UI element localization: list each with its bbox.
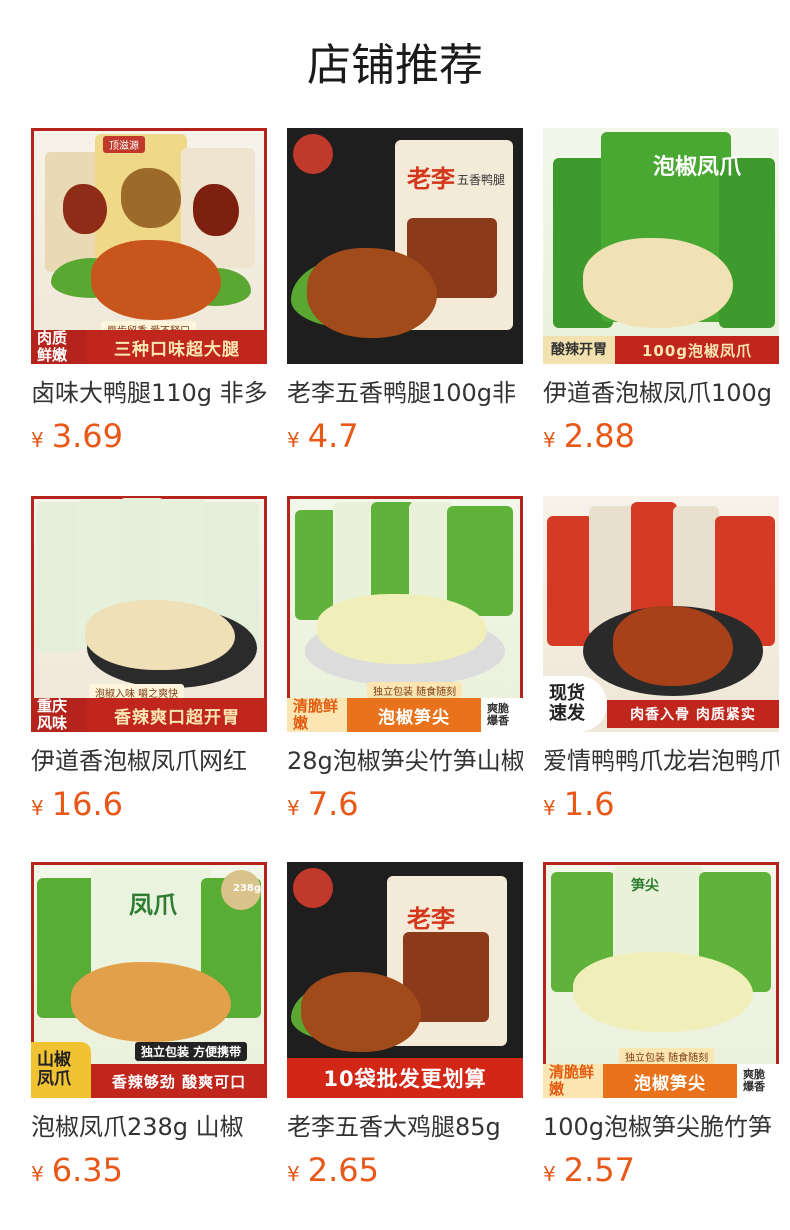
- promo-tag-right: 三种口味超大腿: [87, 330, 267, 364]
- product-name[interactable]: 老李五香鸭腿100g非: [287, 376, 523, 410]
- price-value: 3.69: [51, 417, 123, 455]
- product-price: ¥2.88: [543, 416, 779, 456]
- product-name[interactable]: 28g泡椒笋尖竹笋山椒: [287, 744, 523, 778]
- product-price: ¥16.6: [31, 784, 267, 824]
- promo-tag-left: 现货速发: [543, 676, 607, 732]
- currency-symbol: ¥: [543, 796, 556, 820]
- promo-tag-extra: 爽脆爆香: [481, 698, 523, 732]
- product-name[interactable]: 伊道香泡椒凤爪100g: [543, 376, 779, 410]
- product-price: ¥6.35: [31, 1150, 267, 1190]
- promo-banner: 山椒凤爪 香辣够劲 酸爽可口: [31, 1042, 267, 1098]
- promo-tag-left: 山椒凤爪: [31, 1042, 91, 1098]
- promo-note: 独立包装 随食随刻: [619, 1048, 715, 1065]
- price-value: 16.6: [51, 785, 123, 823]
- product-price: ¥4.7: [287, 416, 523, 456]
- currency-symbol: ¥: [543, 428, 556, 452]
- promo-tag-left: 清脆鲜嫩: [287, 698, 347, 732]
- price-value: 6.35: [51, 1151, 123, 1189]
- currency-symbol: ¥: [287, 796, 300, 820]
- currency-symbol: ¥: [31, 428, 44, 452]
- promo-note: 独立包装 方便携带: [135, 1042, 248, 1061]
- promo-tag-right: 10袋批发更划算: [287, 1058, 523, 1098]
- product-name[interactable]: 卤味大鸭腿110g 非多: [31, 376, 267, 410]
- price-value: 2.57: [563, 1151, 635, 1189]
- promo-note: 独立包装 随食随刻: [367, 682, 463, 699]
- currency-symbol: ¥: [287, 428, 300, 452]
- product-image[interactable]: 老李 五香鸭腿: [287, 128, 523, 364]
- currency-symbol: ¥: [287, 1162, 300, 1186]
- promo-tag-right: 100g泡椒凤爪: [615, 336, 779, 364]
- promo-tag-right: 肉香入骨 肉质紧实: [607, 700, 779, 728]
- product-image[interactable]: 老李 10袋批发更划算: [287, 862, 523, 1098]
- promo-banner: 10袋批发更划算: [287, 1058, 523, 1098]
- product-card[interactable]: 独立包装 随食随刻 清脆鲜嫩 泡椒笋尖 爽脆爆香 28g泡椒笋尖竹笋山椒 ¥7.…: [287, 496, 523, 824]
- price-value: 1.6: [563, 785, 615, 823]
- product-card[interactable]: 老李 五香鸭腿 老李五香鸭腿100g非 ¥4.7: [287, 128, 523, 456]
- product-card[interactable]: 凤爪 238g 独立包装 方便携带 山椒凤爪 香辣够劲 酸爽可口 泡椒凤爪238…: [31, 862, 267, 1190]
- promo-tag-left: 清脆鲜嫩: [543, 1064, 603, 1098]
- price-value: 2.65: [307, 1151, 379, 1189]
- pack-text: 笋尖: [631, 878, 659, 894]
- promo-tag-left: 酸辣开胃: [543, 336, 615, 364]
- product-price: ¥2.65: [287, 1150, 523, 1190]
- promo-banner: 肉质鲜嫩 三种口味超大腿: [31, 330, 267, 364]
- product-image[interactable]: 顶滋源 唇齿留香 爱不释口 肉质鲜嫩 三种口味超大腿: [31, 128, 267, 364]
- product-card[interactable]: 笋尖 独立包装 随食随刻 清脆鲜嫩 泡椒笋尖 爽脆爆香 100g泡椒笋尖脆竹笋 …: [543, 862, 779, 1190]
- product-price: ¥1.6: [543, 784, 779, 824]
- page-title: 店铺推荐: [307, 40, 483, 91]
- pack-text: 凤爪: [129, 891, 177, 919]
- product-image[interactable]: 泡椒凤爪 酸辣开胃 100g泡椒凤爪: [543, 128, 779, 364]
- product-image[interactable]: 凤爪 238g 独立包装 方便携带 山椒凤爪 香辣够劲 酸爽可口: [31, 862, 267, 1098]
- product-card[interactable]: 顶滋源 唇齿留香 爱不释口 肉质鲜嫩 三种口味超大腿 卤味大鸭腿110g 非多 …: [31, 128, 267, 456]
- product-card[interactable]: 老李 10袋批发更划算 老李五香大鸡腿85g ¥2.65: [287, 862, 523, 1190]
- currency-symbol: ¥: [31, 1162, 44, 1186]
- product-name[interactable]: 爱情鸭鸭爪龙岩泡鸭爪: [543, 744, 779, 778]
- product-card[interactable]: 现货速发 肉香入骨 肉质紧实 爱情鸭鸭爪龙岩泡鸭爪 ¥1.6: [543, 496, 779, 824]
- product-card[interactable]: 泡椒入味 嚼之爽快 重庆风味 香辣爽口超开胃 伊道香泡椒凤爪网红 ¥16.6: [31, 496, 267, 824]
- product-name[interactable]: 伊道香泡椒凤爪网红: [31, 744, 267, 778]
- promo-tag-right: 泡椒笋尖: [603, 1064, 737, 1098]
- currency-symbol: ¥: [31, 796, 44, 820]
- promo-banner: 清脆鲜嫩 泡椒笋尖 爽脆爆香: [287, 698, 523, 732]
- product-name[interactable]: 100g泡椒笋尖脆竹笋: [543, 1110, 779, 1144]
- promo-banner: 现货速发 肉香入骨 肉质紧实: [543, 676, 779, 732]
- price-value: 2.88: [563, 417, 635, 455]
- weight-badge: 238g: [233, 883, 262, 894]
- promo-tag-extra: 爽脆爆香: [737, 1064, 779, 1098]
- currency-symbol: ¥: [543, 1162, 556, 1186]
- promo-banner: 清脆鲜嫩 泡椒笋尖 爽脆爆香: [543, 1064, 779, 1098]
- promo-tag-right: 泡椒笋尖: [347, 698, 481, 732]
- product-price: ¥3.69: [31, 416, 267, 456]
- brand-label: 老李: [407, 905, 455, 933]
- pack-text: 五香鸭腿: [457, 173, 506, 187]
- price-value: 4.7: [307, 417, 359, 455]
- promo-tag-right: 香辣爽口超开胃: [87, 698, 267, 732]
- product-card[interactable]: 泡椒凤爪 酸辣开胃 100g泡椒凤爪 伊道香泡椒凤爪100g ¥2.88: [543, 128, 779, 456]
- product-name[interactable]: 老李五香大鸡腿85g: [287, 1110, 523, 1144]
- price-value: 7.6: [307, 785, 359, 823]
- product-price: ¥2.57: [543, 1150, 779, 1190]
- product-image[interactable]: 泡椒入味 嚼之爽快 重庆风味 香辣爽口超开胃: [31, 496, 267, 732]
- pack-text: 泡椒凤爪: [653, 155, 742, 180]
- product-name[interactable]: 泡椒凤爪238g 山椒: [31, 1110, 267, 1144]
- brand-label: 顶滋源: [103, 136, 145, 153]
- product-image[interactable]: 现货速发 肉香入骨 肉质紧实: [543, 496, 779, 732]
- product-image[interactable]: 独立包装 随食随刻 清脆鲜嫩 泡椒笋尖 爽脆爆香: [287, 496, 523, 732]
- product-image[interactable]: 笋尖 独立包装 随食随刻 清脆鲜嫩 泡椒笋尖 爽脆爆香: [543, 862, 779, 1098]
- promo-tag-right: 香辣够劲 酸爽可口: [91, 1064, 267, 1098]
- product-price: ¥7.6: [287, 784, 523, 824]
- promo-banner: 酸辣开胃 100g泡椒凤爪: [543, 336, 779, 364]
- promo-tag-left: 肉质鲜嫩: [31, 330, 87, 364]
- promo-banner: 重庆风味 香辣爽口超开胃: [31, 698, 267, 732]
- promo-tag-left: 重庆风味: [31, 698, 87, 732]
